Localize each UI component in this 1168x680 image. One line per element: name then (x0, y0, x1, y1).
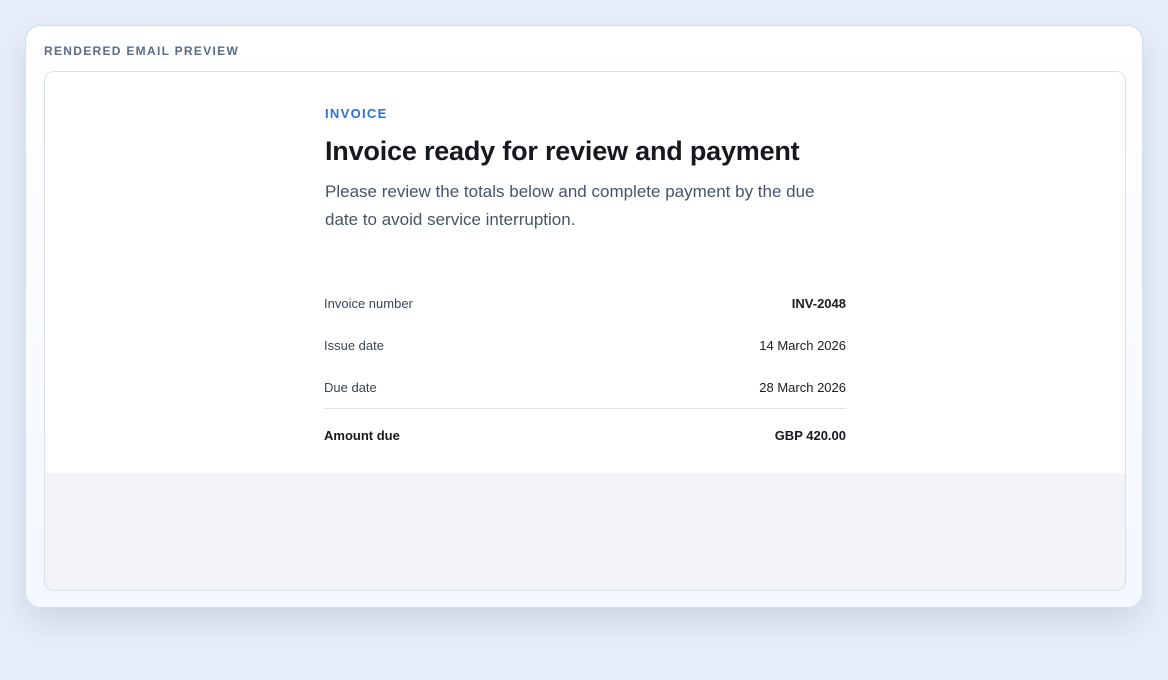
invoice-summary-table: Invoice number INV-2048 Issue date 14 Ma… (324, 282, 846, 456)
email-headline: Invoice ready for review and payment (325, 136, 800, 166)
email-frame[interactable]: INVOICE Invoice ready for review and pay… (44, 71, 1126, 591)
summary-row-issue-date: Issue date 14 March 2026 (324, 324, 846, 366)
email-intro: Please review the totals below and compl… (325, 182, 815, 229)
summary-value: 28 March 2026 (759, 379, 846, 395)
email-preview-panel: RENDERED EMAIL PREVIEW INVOICE Invoice r… (25, 25, 1143, 608)
panel-label: RENDERED EMAIL PREVIEW (44, 44, 240, 58)
summary-total-value: GBP 420.00 (774, 428, 846, 443)
summary-row-invoice-number: Invoice number INV-2048 (324, 282, 846, 324)
summary-row-amount-due: Amount due GBP 420.00 (324, 408, 846, 456)
summary-row-due-date: Due date 28 March 2026 (324, 366, 846, 408)
email-eyebrow: INVOICE (325, 106, 388, 121)
summary-label: Issue date (324, 337, 384, 353)
summary-value: 14 March 2026 (759, 337, 846, 353)
email-body: INVOICE Invoice ready for review and pay… (45, 72, 1125, 473)
summary-label: Invoice number (324, 295, 413, 311)
summary-value: INV-2048 (791, 295, 846, 311)
summary-label: Due date (324, 379, 377, 395)
summary-total-label: Amount due (324, 428, 400, 443)
